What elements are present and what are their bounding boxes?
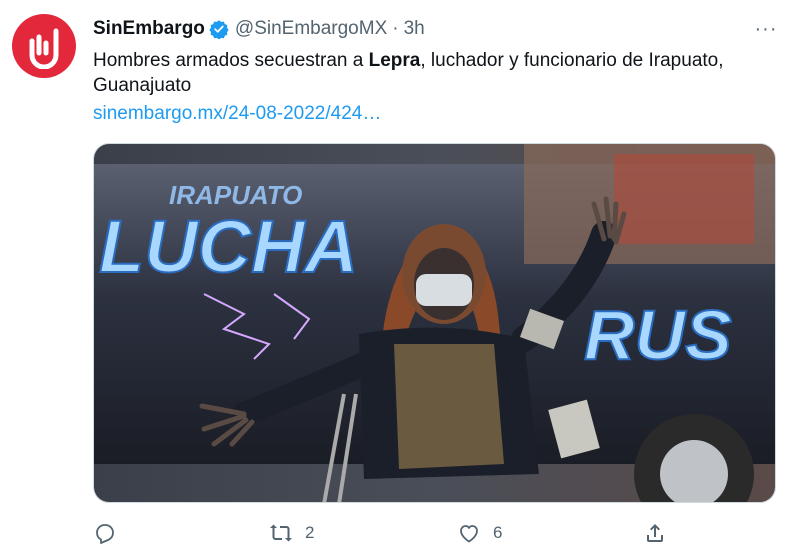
tweet-text: Hombres armados secuestran a Lepra, luch… (93, 48, 783, 98)
heart-icon (460, 525, 478, 543)
mural-title-right: RUS (584, 296, 732, 374)
share-icon (647, 524, 663, 542)
reply-icon (96, 524, 114, 544)
share-button[interactable] (643, 518, 667, 548)
avatar[interactable] (12, 14, 76, 78)
user-handle[interactable]: @SinEmbargoMX (235, 18, 387, 40)
mural-title-large: LUCHA (99, 205, 358, 288)
sinembargo-logo-icon (29, 28, 59, 69)
more-options-button[interactable]: ··· (752, 17, 780, 41)
photo-illustration: IRAPUATO LUCHA RUS (94, 144, 775, 502)
retweet-count: 2 (305, 523, 315, 542)
retweet-icon (270, 524, 292, 542)
separator-dot: · (392, 18, 399, 39)
tweet-timestamp[interactable]: 3h (404, 18, 425, 40)
tweet-text-part: Hombres armados secuestran a (93, 50, 369, 71)
reply-button[interactable] (93, 518, 117, 548)
tweet-text-bold: Lepra (368, 50, 421, 71)
tweet-actions-bar: 2 6 (93, 518, 693, 548)
retweet-button[interactable]: 2 (269, 518, 314, 548)
like-button[interactable]: 6 (457, 518, 502, 548)
like-count: 6 (493, 523, 503, 542)
tweet-header: SinEmbargo @SinEmbargoMX · 3h ··· (93, 17, 780, 41)
tweet-link[interactable]: sinembargo.mx/24-08-2022/424… (93, 103, 381, 125)
verified-badge-icon (209, 19, 229, 39)
tweet-photo[interactable]: IRAPUATO LUCHA RUS (93, 143, 776, 503)
display-name[interactable]: SinEmbargo (93, 18, 205, 40)
